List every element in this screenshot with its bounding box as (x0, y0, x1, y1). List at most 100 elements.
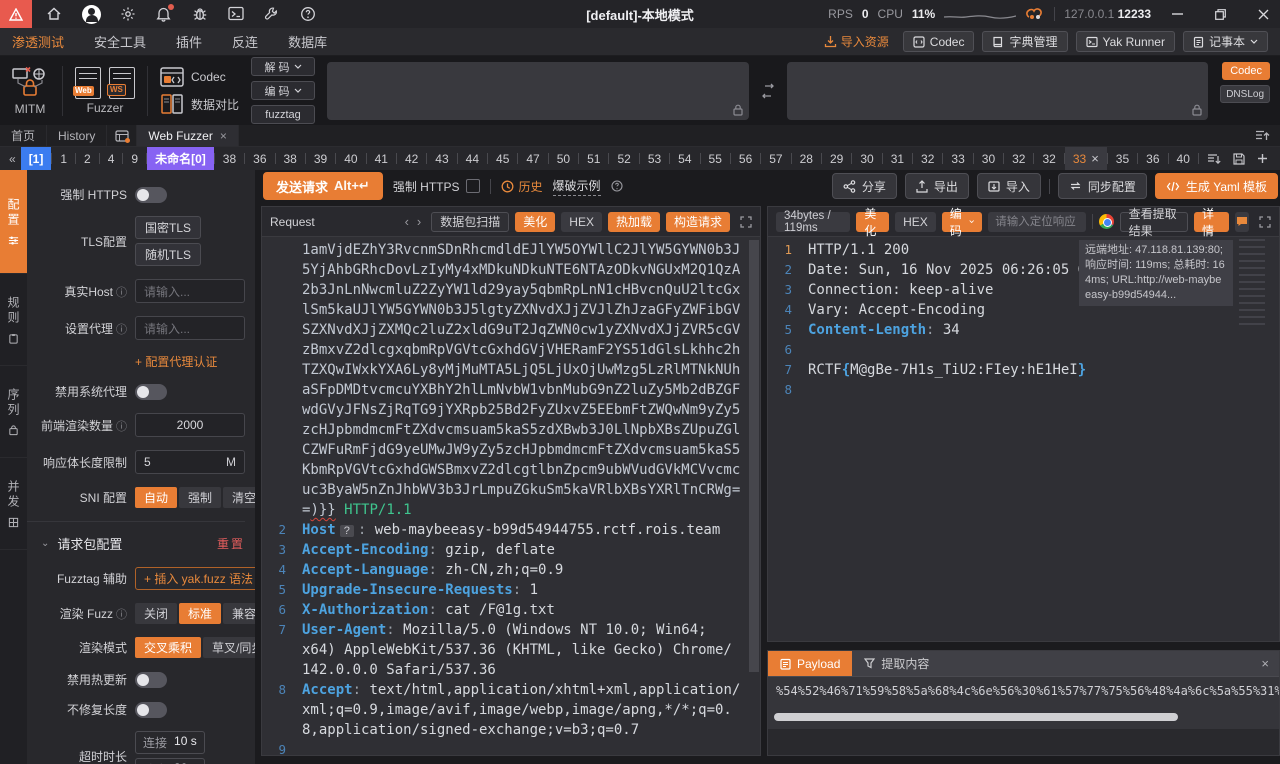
fuzzer-tab[interactable]: 41 (367, 147, 396, 170)
data-compare-tool[interactable]: 数据对比 (160, 93, 239, 115)
option-button[interactable]: 随机TLS (135, 243, 201, 266)
detail-button[interactable]: 详 情 (1194, 212, 1229, 232)
fuzzer-tab[interactable]: 35 (1108, 147, 1137, 170)
export-button[interactable]: 导出 (905, 173, 969, 199)
beautify-button[interactable]: 美化 (515, 212, 555, 232)
fullscreen-icon[interactable] (740, 216, 752, 228)
menu-security-tools[interactable]: 安全工具 (94, 32, 146, 51)
request-editor[interactable]: 1amVjdEZhY3RvcnmSDnRhcmdldEJlYW5OYWllC2J… (262, 237, 760, 755)
generate-yaml-button[interactable]: 生成 Yaml 模板 (1155, 173, 1278, 199)
fuzzer-tab[interactable]: 32 (1004, 147, 1033, 170)
encode-dropdown[interactable]: 编 码 (251, 81, 315, 100)
input-field[interactable]: 请输入... (135, 316, 245, 340)
input-field[interactable]: 请输入... (135, 279, 245, 303)
fuzzer-tab[interactable]: 38 (276, 147, 305, 170)
toggle-switch[interactable] (135, 702, 167, 718)
segment-option[interactable]: 清空 (223, 487, 255, 508)
fuzzer-tab[interactable]: 9 (123, 147, 146, 170)
web-fuzzer-icon[interactable]: Web (75, 67, 101, 99)
dnslog-button[interactable]: DNSLog (1220, 85, 1270, 103)
tab-history[interactable]: History (47, 125, 107, 146)
tab-mini-grid[interactable] (107, 125, 137, 146)
sync-config-button[interactable]: 同步配置 (1058, 173, 1147, 199)
hex-button[interactable]: HEX (895, 212, 936, 232)
locate-response-search[interactable] (988, 212, 1086, 232)
fuzzer-tab[interactable]: 40 (1169, 147, 1198, 170)
notifications-bell-icon[interactable] (156, 6, 173, 23)
fuzzer-tab[interactable]: 51 (579, 147, 608, 170)
yak-runner-button[interactable]: Yak Runner (1076, 31, 1175, 52)
codec-tool[interactable]: Codec (160, 66, 239, 88)
tab-payload[interactable]: Payload (768, 651, 852, 676)
settings-gear-icon[interactable] (120, 6, 137, 23)
menu-pentest[interactable]: 渗透测试 (12, 32, 64, 51)
fuzzer-tab[interactable]: 1 (52, 147, 75, 170)
toggle-switch[interactable] (135, 672, 167, 688)
fuzzer-tab[interactable]: 44 (458, 147, 487, 170)
fuzzer-tab[interactable]: 42 (1199, 147, 1207, 170)
fuzzer-tab[interactable]: 56 (731, 147, 760, 170)
chrome-icon[interactable] (1099, 214, 1114, 229)
response-editor[interactable]: 远端地址: 47.118.81.139:80; 响应时间: 119ms; 总耗时… (768, 237, 1279, 641)
tools-wrench-icon[interactable] (264, 6, 281, 23)
sidebar-tab-规则[interactable]: 规则 (0, 274, 27, 366)
fuzzer-tab[interactable]: 28 (792, 147, 821, 170)
decode-dropdown[interactable]: 解 码 (251, 57, 315, 76)
sidebar-tab-配置[interactable]: 配置 (0, 170, 27, 274)
help-icon[interactable] (300, 6, 317, 23)
fuzzer-tab[interactable]: 2 (76, 147, 99, 170)
swap-icon[interactable] (761, 83, 775, 99)
checkbox[interactable] (466, 179, 480, 193)
collapse-tabs-icon[interactable]: « (4, 152, 21, 166)
construct-request-button[interactable]: 构造请求 (666, 212, 730, 232)
search-input[interactable] (988, 212, 1086, 232)
timeout-input[interactable]: 响应30 s (135, 758, 205, 764)
codec-button[interactable]: Codec (903, 31, 975, 52)
next-icon[interactable]: › (417, 214, 421, 229)
batch-operation-icon[interactable] (1207, 153, 1221, 165)
config-link[interactable]: + 配置代理认证 (135, 353, 217, 370)
fuzzer-tab[interactable]: 30 (852, 147, 881, 170)
request-editor-scrollbar[interactable] (749, 240, 759, 672)
hex-button[interactable]: HEX (561, 212, 602, 232)
terminal-icon[interactable] (228, 6, 245, 23)
fuzzer-tab[interactable]: 43 (427, 147, 456, 170)
prev-icon[interactable]: ‹ (405, 214, 409, 229)
fuzzer-tab[interactable]: 50 (549, 147, 578, 170)
toggle-switch[interactable] (135, 384, 167, 400)
hot-reload-button[interactable]: 热加载 (608, 212, 660, 232)
ws-fuzzer-icon[interactable]: WS (109, 67, 135, 99)
menu-reverse[interactable]: 反连 (232, 32, 258, 51)
save-icon[interactable] (1233, 153, 1245, 165)
fuzzer-tab[interactable]: 54 (670, 147, 699, 170)
payload-scrollbar[interactable] (774, 713, 1178, 721)
segment-option[interactable]: 关闭 (135, 603, 177, 624)
fuzzer-tab[interactable]: 38 (215, 147, 244, 170)
fuzzer-tab[interactable]: 31 (883, 147, 912, 170)
tab-home[interactable]: 首页 (0, 125, 47, 146)
fuzzer-tab[interactable]: 55 (701, 147, 730, 170)
packet-scan-button[interactable]: 数据包扫描 (431, 212, 509, 232)
input-field[interactable]: 5M (135, 450, 245, 474)
user-avatar[interactable] (82, 5, 101, 24)
history-button[interactable]: 历史 (501, 178, 543, 195)
close-icon[interactable] (1246, 0, 1280, 28)
fuzzer-tab[interactable]: 45 (488, 147, 517, 170)
fuzzer-tab[interactable]: [1] (21, 147, 52, 170)
import-resource-button[interactable]: 导入资源 (824, 33, 889, 50)
collapse-list-icon[interactable] (1255, 125, 1280, 146)
fuzzer-tab[interactable]: 32 (1034, 147, 1063, 170)
encode-dropdown[interactable]: 编码 (942, 212, 982, 232)
close-tab-icon[interactable]: × (220, 129, 227, 143)
fuzzer-tab[interactable]: 29 (822, 147, 851, 170)
fuzzer-tab[interactable]: 36 (245, 147, 274, 170)
codec-input-textarea[interactable] (327, 62, 749, 120)
notepad-button[interactable]: 记事本 (1183, 31, 1268, 52)
segment-option[interactable]: 标准 (179, 603, 221, 624)
codec-run-button[interactable]: Codec (1222, 62, 1270, 80)
import-button[interactable]: 导入 (977, 173, 1041, 199)
fuzzer-tab[interactable]: 42 (397, 147, 426, 170)
close-tab-icon[interactable]: × (1091, 151, 1099, 166)
fuzzer-tab[interactable]: 53 (640, 147, 669, 170)
maximize-icon[interactable] (1203, 0, 1237, 28)
